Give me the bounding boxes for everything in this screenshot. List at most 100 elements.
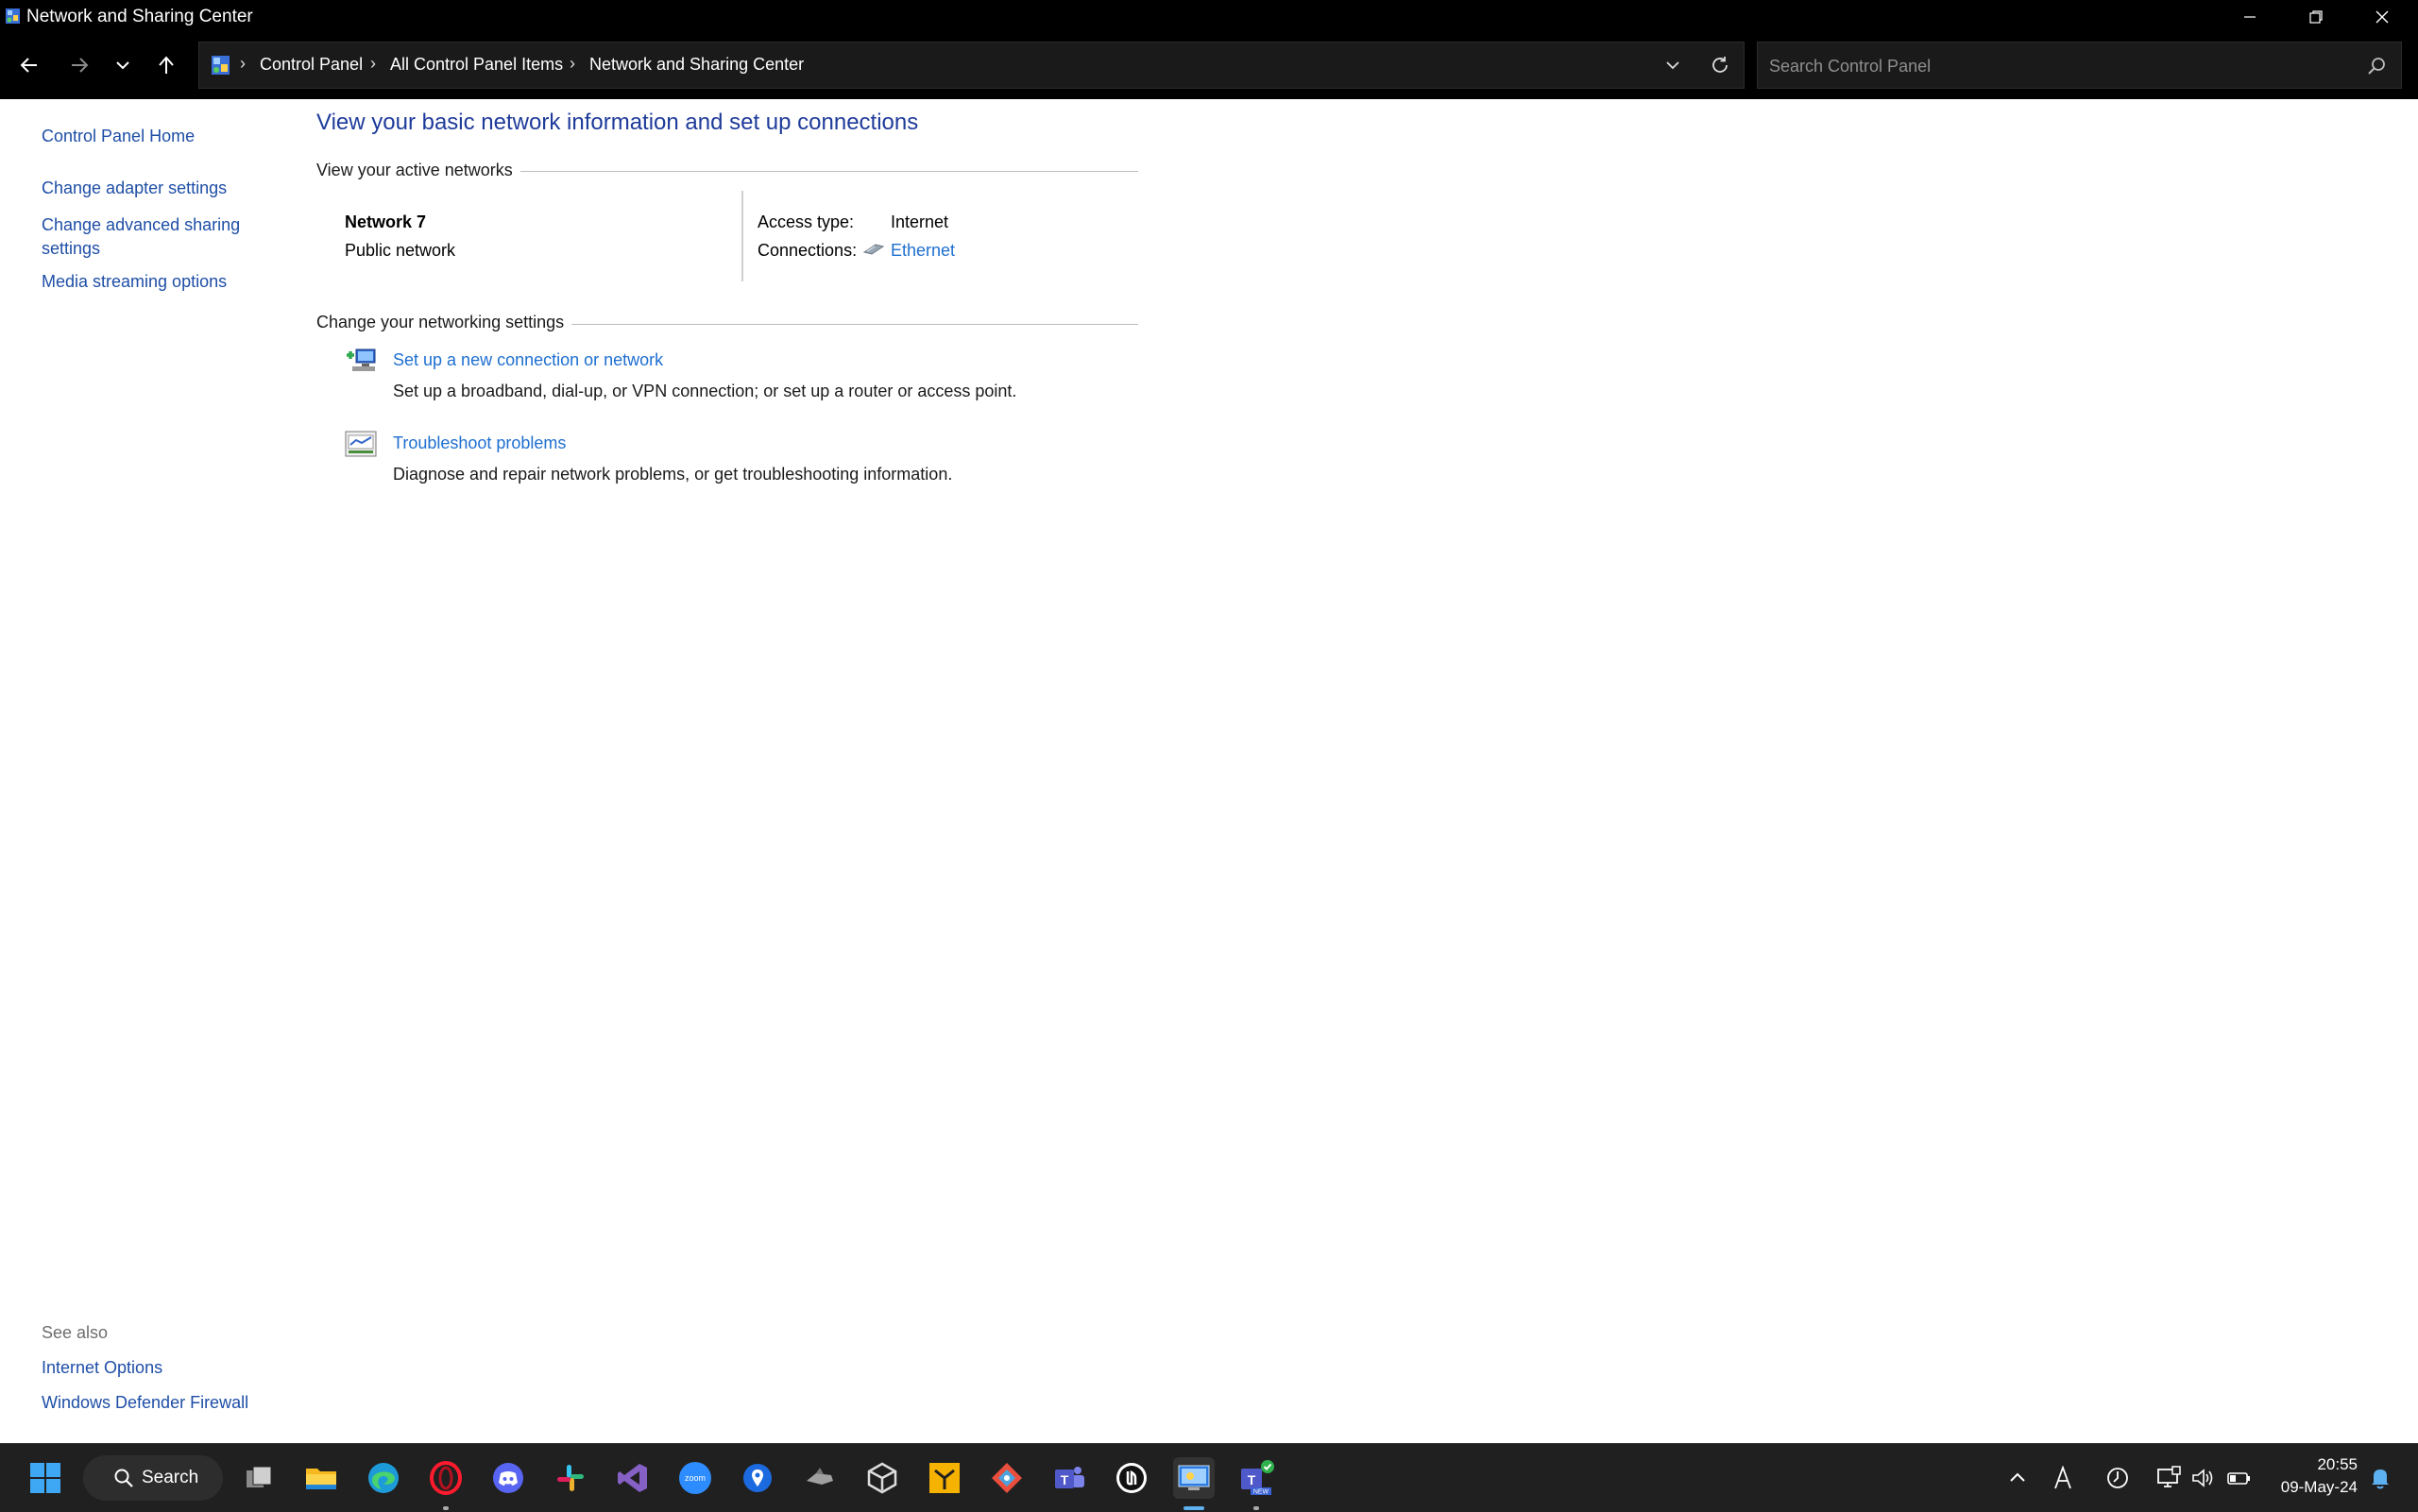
folder-icon — [306, 1469, 336, 1489]
map-pin-icon — [743, 1464, 772, 1492]
clock-date: 09-May-24 — [2280, 1478, 2358, 1496]
search-input[interactable] — [1767, 52, 2338, 80]
taskbar-search-label: Search — [142, 1468, 199, 1487]
windows-defender-firewall-link[interactable]: Windows Defender Firewall — [42, 1393, 248, 1413]
game-button[interactable] — [799, 1457, 841, 1499]
troubleshoot-problems-link[interactable]: Troubleshoot problems — [393, 433, 566, 453]
recent-locations-button[interactable] — [104, 46, 142, 84]
arrow-up-icon — [159, 56, 174, 74]
maps-button[interactable] — [737, 1457, 778, 1499]
change-advanced-sharing-settings-link[interactable]: Change advanced sharing settings — [42, 213, 268, 261]
window-title: Network and Sharing Center — [26, 7, 253, 26]
visual-studio-icon — [618, 1464, 647, 1492]
network-type[interactable]: Public network — [345, 241, 455, 261]
chevron-down-icon — [116, 61, 129, 70]
see-also-label: See also — [42, 1323, 109, 1342]
page-title: View your basic network information and … — [316, 110, 919, 135]
network-tray-button[interactable] — [2154, 1463, 2184, 1493]
show-hidden-icons-button[interactable] — [2002, 1463, 2033, 1493]
control-panel-icon — [212, 56, 230, 75]
search-icon[interactable] — [2365, 55, 2388, 77]
troubleshoot-icon — [345, 431, 377, 457]
restore-button[interactable] — [2283, 0, 2349, 33]
navigation-bar: › Control Panel › All Control Panel Item… — [0, 33, 2418, 99]
connections-label: Connections: — [758, 241, 858, 260]
minimize-button[interactable] — [2217, 0, 2283, 33]
control-panel-home-link[interactable]: Control Panel Home — [42, 127, 195, 146]
refresh-icon — [1712, 57, 1728, 73]
start-button[interactable] — [25, 1457, 66, 1499]
unity-button[interactable] — [861, 1457, 903, 1499]
setup-new-connection-link[interactable]: Set up a new connection or network — [393, 350, 663, 370]
file-explorer-button[interactable] — [300, 1457, 342, 1499]
edge-button[interactable] — [363, 1457, 404, 1499]
svg-text:zoom: zoom — [685, 1473, 706, 1483]
change-adapter-settings-link[interactable]: Change adapter settings — [42, 178, 227, 198]
network-divider — [741, 191, 743, 281]
bell-icon — [2372, 1470, 2389, 1489]
search-box[interactable] — [1757, 42, 2402, 89]
breadcrumb-all-control-panel-items[interactable]: All Control Panel Items — [390, 55, 563, 75]
discord-button[interactable] — [487, 1457, 529, 1499]
breadcrumb-separator[interactable]: › — [570, 54, 575, 74]
taskbar: Search zoom T T NEW 20:55 09-May-24 — [0, 1443, 2418, 1512]
close-button[interactable] — [2349, 0, 2415, 33]
teams-new-button[interactable]: T NEW — [1235, 1457, 1277, 1499]
close-icon — [2375, 10, 2389, 23]
teams-button[interactable]: T — [1048, 1457, 1090, 1499]
address-history-button[interactable] — [1654, 47, 1692, 83]
breadcrumb-separator: › — [240, 54, 246, 73]
ethernet-icon — [862, 244, 885, 255]
slack-icon — [557, 1465, 584, 1491]
volume-tray-button[interactable] — [2188, 1463, 2218, 1493]
zoom-button[interactable]: zoom — [674, 1457, 716, 1499]
speaker-icon — [2192, 1469, 2213, 1487]
unreal-button[interactable] — [1111, 1457, 1152, 1499]
access-type-value: Internet — [891, 212, 949, 231]
media-streaming-options-link[interactable]: Media streaming options — [42, 272, 227, 292]
minimize-icon — [2244, 15, 2256, 18]
game-icon — [807, 1468, 833, 1485]
setup-new-connection-description: Set up a broadband, dial-up, or VPN conn… — [393, 382, 1017, 400]
edge-icon — [368, 1463, 399, 1493]
task-view-button[interactable] — [238, 1457, 280, 1499]
control-panel-taskbar-button[interactable] — [1173, 1457, 1215, 1499]
refresh-button[interactable] — [1701, 47, 1739, 83]
ethernet-connection-link[interactable]: Ethernet — [891, 241, 955, 261]
taskbar-search[interactable]: Search — [83, 1455, 223, 1501]
clock[interactable]: 20:55 09-May-24 — [2281, 1453, 2358, 1499]
slack-button[interactable] — [550, 1457, 591, 1499]
open-indicator — [1253, 1506, 1259, 1510]
internet-options-link[interactable]: Internet Options — [42, 1358, 162, 1378]
back-button[interactable] — [10, 46, 48, 84]
search-icon — [114, 1469, 133, 1487]
notifications-button[interactable] — [2365, 1463, 2395, 1493]
svg-text:NEW: NEW — [1253, 1489, 1269, 1496]
control-panel-icon — [1178, 1465, 1210, 1490]
up-button[interactable] — [147, 46, 185, 84]
breadcrumb-control-panel[interactable]: Control Panel — [260, 55, 363, 75]
sync-status-button[interactable] — [2103, 1463, 2133, 1493]
windows-logo-icon — [30, 1463, 60, 1493]
unity-icon — [867, 1462, 897, 1494]
discord-icon — [493, 1463, 523, 1493]
opera-icon — [430, 1461, 462, 1495]
git-extensions-button[interactable] — [924, 1457, 965, 1499]
restore-icon — [2309, 9, 2323, 24]
active-networks-label: View your active networks — [316, 161, 520, 180]
sourcetree-button[interactable] — [986, 1457, 1028, 1499]
breadcrumb-network-and-sharing-center[interactable]: Network and Sharing Center — [589, 55, 804, 75]
clock-time: 20:55 — [2317, 1455, 2358, 1473]
troubleshoot-problems-description: Diagnose and repair network problems, or… — [393, 465, 953, 484]
input-language-button[interactable] — [2048, 1463, 2078, 1493]
forward-button[interactable] — [60, 46, 98, 84]
visual-studio-button[interactable] — [612, 1457, 654, 1499]
opera-button[interactable] — [425, 1457, 467, 1499]
breadcrumb-separator[interactable]: › — [370, 54, 376, 74]
svg-text:T: T — [1061, 1472, 1069, 1487]
battery-tray-button[interactable] — [2223, 1463, 2254, 1493]
address-bar[interactable]: › Control Panel › All Control Panel Item… — [198, 42, 1745, 89]
task-view-icon — [247, 1466, 272, 1487]
teams-new-icon: T NEW — [1241, 1460, 1274, 1496]
network-icon — [2157, 1466, 2181, 1487]
